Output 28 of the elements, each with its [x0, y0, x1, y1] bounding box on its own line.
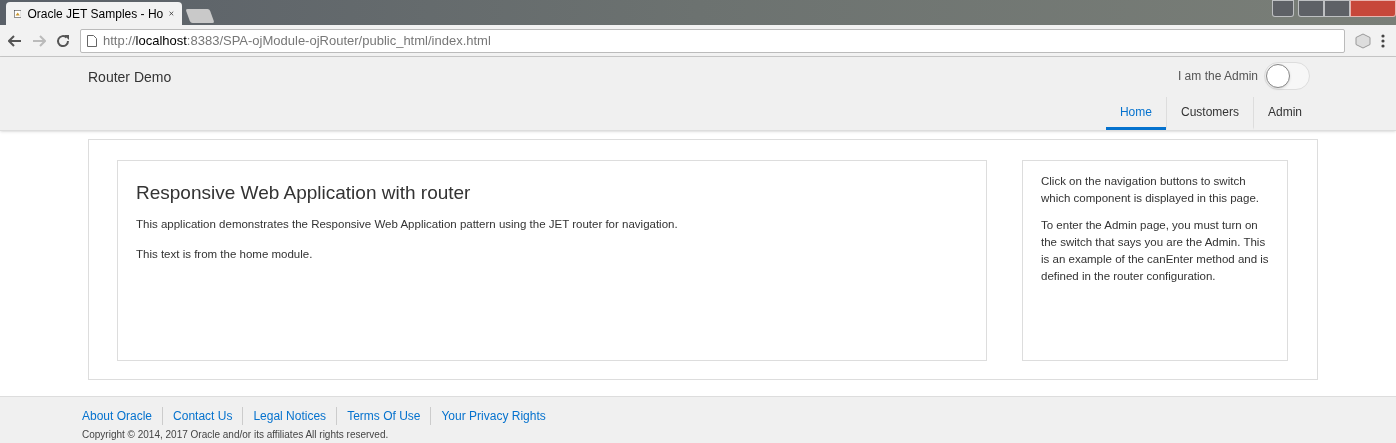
admin-switch[interactable] [1264, 62, 1310, 90]
menu-icon[interactable] [1381, 33, 1385, 48]
footer-link[interactable]: Your Privacy Rights [430, 407, 556, 425]
address-bar[interactable]: http://localhost:8383/SPA-ojModule-ojRouter/public_html/index.html [80, 28, 1345, 53]
footer-link[interactable]: Legal Notices [242, 407, 337, 425]
browser-tab[interactable]: Oracle JET Samples - Ho [6, 2, 182, 25]
paragraph: Click on the navigation buttons to switch which component is displayed in this page. [1041, 174, 1260, 206]
footer-link[interactable]: Contact Us [162, 407, 243, 425]
close-icon[interactable] [169, 9, 174, 18]
tab-title: Oracle JET Samples - Ho [27, 5, 164, 23]
url-text: http://localhost:8383/SPA-ojModule-ojRouter/public_html/index.html [103, 31, 491, 50]
back-icon[interactable] [8, 34, 22, 47]
reload-icon[interactable] [56, 33, 70, 48]
paragraph: To enter the Admin page, you must turn on the switch that says you are the Admin. This is an example of the canEnter method and is defined in the router configuration. [1041, 218, 1269, 284]
paragraph: This text is from the home module. [136, 246, 314, 262]
section-heading: Responsive Web Application with router [136, 181, 472, 205]
footer-link[interactable]: About Oracle [82, 407, 163, 425]
paragraph: This application demonstrates the Responsive Web Application pattern using the JET router for navigation. [136, 216, 679, 232]
copyright-text: Copyright © 2014, 2017 Oracle and/or its affiliates All rights reserved. [82, 428, 390, 442]
app-title: Router Demo [88, 68, 172, 87]
switch-label: I am the Admin [1177, 68, 1258, 85]
nav-tab[interactable]: Admin [1253, 97, 1316, 130]
nav-tab[interactable]: Home [1105, 97, 1166, 130]
new-tab-button[interactable] [185, 9, 215, 23]
footer-link[interactable]: Terms Of Use [336, 407, 431, 425]
page-icon [87, 34, 97, 47]
cube-icon[interactable] [1355, 32, 1371, 49]
nav-tab[interactable]: Customers [1165, 97, 1253, 130]
